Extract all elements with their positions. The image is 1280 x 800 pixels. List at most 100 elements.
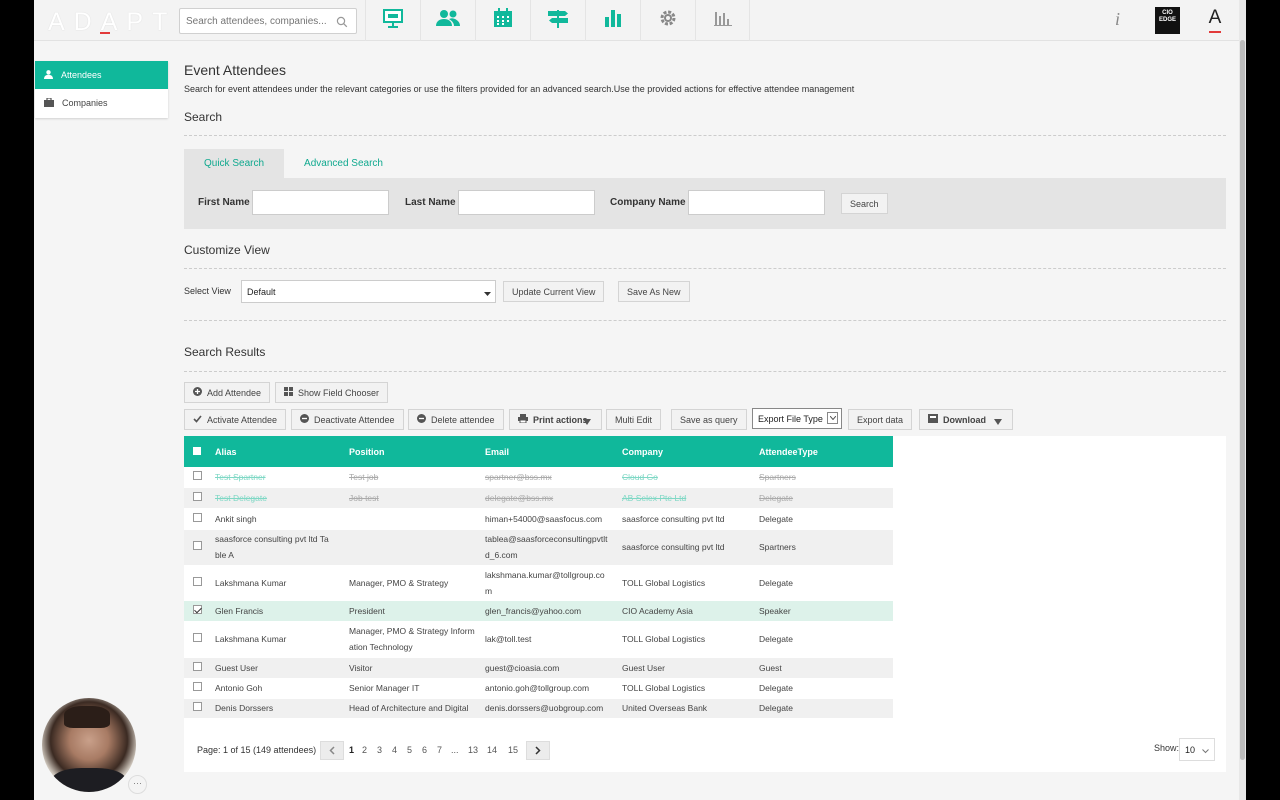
column-header-email[interactable]: Email [482,436,619,467]
company-cell[interactable]: AB Selex Pte Ltd [619,487,756,509]
company-cell[interactable]: TOLL Global Logistics [619,565,756,601]
column-header-alias[interactable]: Alias [212,436,346,467]
row-checkbox[interactable] [193,604,202,614]
account-avatar[interactable]: A [1207,7,1223,34]
export-file-type-select[interactable]: Export File Type [752,408,842,429]
table-row[interactable]: Ankit singh himan+54000@saasfocus.com saas… [184,508,893,530]
nav-agenda[interactable] [475,0,530,41]
row-checkbox[interactable] [193,470,202,480]
show-field-chooser-button[interactable]: Show Field Chooser [275,382,389,403]
first-name-input[interactable] [252,190,389,215]
row-checkbox[interactable] [193,491,202,501]
nav-events[interactable] [365,0,420,41]
alias-cell[interactable]: Denis Dorssers [212,698,346,719]
alias-cell[interactable]: saasforce consulting pvt ltd Ta ble A [212,529,346,566]
row-checkbox[interactable] [193,633,202,642]
select-view-dropdown[interactable]: Default [241,280,496,303]
row-checkbox[interactable] [193,512,202,522]
alias-cell[interactable]: Lakshmana Kumar [212,565,346,601]
next-page-button[interactable] [526,741,550,760]
alias-cell[interactable]: Antonio Goh [212,678,346,699]
multi-edit-button[interactable]: Multi Edit [606,409,662,430]
more-options-icon[interactable]: ··· [128,775,147,794]
select-all-checkbox[interactable] [193,446,201,455]
save-as-query-button[interactable]: Save as query [671,409,747,430]
email-cell-line: lakshmana.kumar@tollgroup.co [485,569,605,580]
info-icon[interactable]: i [1115,9,1120,30]
company-cell[interactable]: TOLL Global Logistics [619,621,756,658]
alias-cell[interactable]: Ankit singh [212,508,346,530]
table-row[interactable]: saasforce consulting pvt ltd Ta ble A tabl… [184,529,893,566]
alias-cell[interactable]: Glen Francis [212,600,346,622]
page-number[interactable]: 4 [392,745,397,755]
cio-edge-logo[interactable]: CIO EDGE [1155,7,1180,34]
quick-search-button[interactable]: Search [841,193,888,214]
tab-quick-search[interactable]: Quick Search [184,149,285,178]
column-header-company[interactable]: Company [619,436,756,467]
page-number[interactable]: 6 [422,745,427,755]
download-dropdown[interactable]: Download [919,409,1013,430]
last-name-input[interactable] [458,190,595,215]
table-row[interactable]: Glen Francis President glen_francis@yahoo.… [184,600,893,622]
page-number[interactable]: 13 [468,745,478,755]
export-data-button[interactable]: Export data [848,409,913,430]
sidebar-item-companies[interactable]: Companies [35,89,168,117]
table-row[interactable]: Test Spartner Test job spartner@bss.mx Clou… [184,467,893,488]
prev-page-button[interactable] [320,741,344,760]
alias-cell[interactable]: Test Delegate [212,487,346,509]
page-number[interactable]: 3 [377,745,382,755]
activate-attendee-button[interactable]: Activate Attendee [184,409,287,430]
company-name-input[interactable] [688,190,825,215]
company-cell[interactable]: United Overseas Bank [619,698,756,719]
nav-venue[interactable] [530,0,585,41]
column-header-position[interactable]: Position [346,436,482,467]
company-cell[interactable]: Guest User [619,657,756,679]
nav-attendees[interactable] [420,0,475,41]
app-logo[interactable]: ADAPT [48,8,176,37]
row-checkbox[interactable] [193,702,202,711]
company-cell[interactable]: Cloud Go [619,467,756,488]
page-number[interactable]: 14 [487,745,497,755]
tab-advanced-search[interactable]: Advanced Search [284,149,403,178]
nav-reports[interactable] [695,0,750,41]
row-checkbox[interactable] [193,661,202,671]
save-as-new-button[interactable]: Save As New [618,281,690,302]
company-cell[interactable]: CIO Academy Asia [619,600,756,622]
page-size-select[interactable]: 10 [1179,738,1215,761]
page-number[interactable]: 5 [407,745,412,755]
alias-cell-line: Lakshmana Kumar [215,577,287,588]
alias-cell[interactable]: Lakshmana Kumar [212,621,346,658]
alias-cell[interactable]: Guest User [212,657,346,679]
company-cell[interactable]: saasforce consulting pvt ltd [619,529,756,566]
page-number[interactable]: 1 [349,745,354,755]
page-number[interactable]: 2 [362,745,367,755]
company-cell[interactable]: TOLL Global Logistics [619,678,756,699]
search-icon[interactable] [336,15,348,33]
table-row[interactable]: Lakshmana Kumar Manager, PMO & Strategy I… [184,621,893,658]
email-cell: delegate@bss.mx [482,487,619,509]
alias-cell[interactable]: Test Spartner [212,467,346,488]
print-actions-dropdown[interactable]: Print actions [509,409,602,430]
delete-attendee-button[interactable]: Delete attendee [408,409,504,430]
global-search-input[interactable] [186,12,331,30]
table-row[interactable]: Denis Dorssers Head of Architecture and D… [184,698,893,719]
row-checkbox[interactable] [193,541,202,550]
row-checkbox[interactable] [193,682,202,691]
table-row[interactable]: Lakshmana Kumar Manager, PMO & Strategy la… [184,565,893,601]
nav-settings[interactable] [640,0,695,41]
activate-attendee-label: Activate Attendee [207,414,278,425]
column-header-attendee-type[interactable]: AttendeeType [756,436,893,467]
nav-analytics[interactable] [585,0,640,41]
update-current-view-button[interactable]: Update Current View [503,281,605,302]
company-cell[interactable]: saasforce consulting pvt ltd [619,508,756,530]
add-attendee-button[interactable]: Add Attendee [184,382,271,403]
table-row[interactable]: Antonio Goh Senior Manager IT antonio.goh@… [184,678,893,699]
row-checkbox[interactable] [193,576,202,586]
sidebar-item-attendees[interactable]: Attendees [35,61,168,89]
table-row[interactable]: Test Delegate Job test delegate@bss.mx AB S… [184,487,893,509]
deactivate-attendee-button[interactable]: Deactivate Attendee [291,409,404,430]
scrollbar-thumb[interactable] [1240,40,1245,760]
page-number[interactable]: 15 [508,745,518,755]
table-row[interactable]: Guest User Visitor guest@cioasia.com Guest … [184,657,893,679]
page-number[interactable]: 7 [437,745,442,755]
